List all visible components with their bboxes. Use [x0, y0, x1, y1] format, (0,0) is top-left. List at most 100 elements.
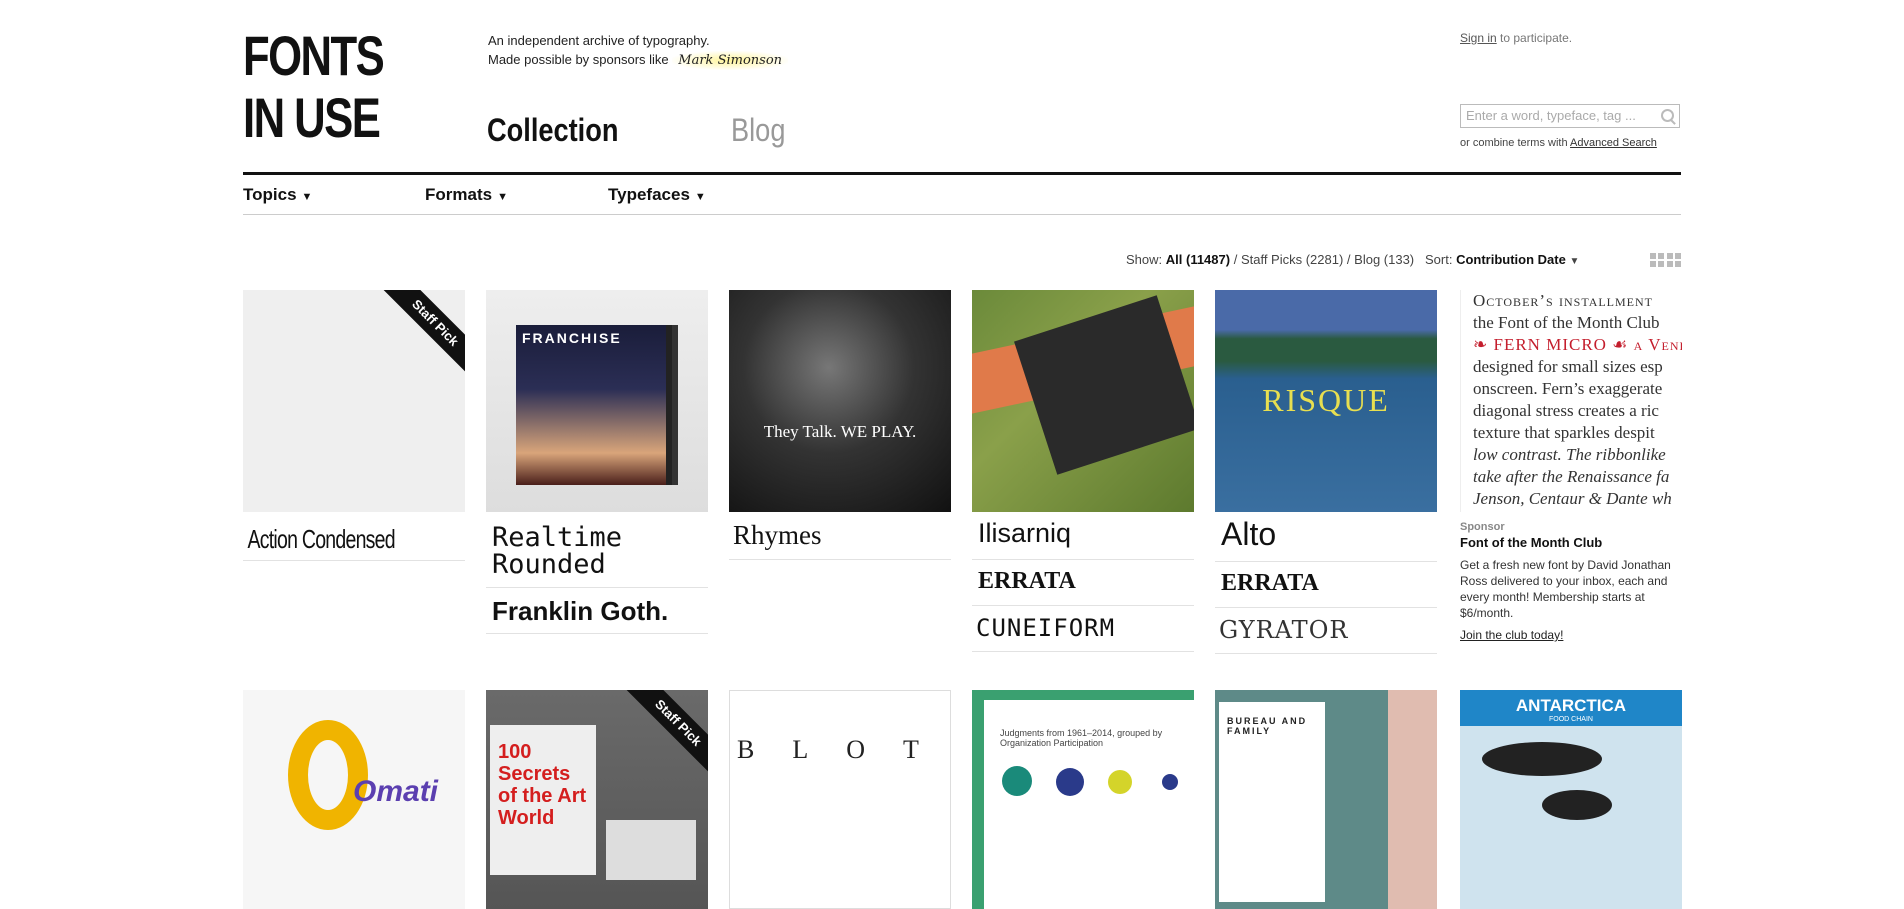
grid-view-icon[interactable]	[1650, 253, 1664, 267]
font-tag[interactable]: ERRATA	[1215, 564, 1437, 608]
signin-text: Sign in to participate.	[1460, 31, 1572, 45]
filter-all[interactable]: All (11487)	[1166, 252, 1230, 267]
chart-dot	[1162, 774, 1178, 790]
tile-image[interactable]: Judgments from 1961–2014, grouped by Org…	[972, 690, 1194, 909]
tagline-line1: An independent archive of typography.	[488, 33, 710, 48]
font-name: Ilisarniq	[978, 518, 1072, 548]
search-icon[interactable]	[1661, 109, 1674, 122]
sort-select[interactable]: Contribution Date	[1456, 252, 1566, 267]
subnav-formats-label: Formats	[425, 185, 493, 204]
filter-blog[interactable]: Blog (133)	[1354, 252, 1414, 267]
tile-image[interactable]: Omati	[243, 690, 465, 909]
subnav-typefaces[interactable]: Typefaces ▼	[608, 185, 706, 205]
tab-blog[interactable]: Blog	[731, 112, 785, 149]
site-logo[interactable]: FONTS IN USE	[243, 28, 385, 149]
tagline-line2: Made possible by sponsors like	[488, 52, 669, 67]
sort-label: Sort:	[1424, 252, 1453, 267]
ad-image[interactable]: October’s installment the Font of the Mo…	[1460, 290, 1682, 512]
ad-line: designed for small sizes esp	[1473, 357, 1663, 376]
image-text: Omati	[353, 775, 439, 808]
subnav-topics-label: Topics	[243, 185, 297, 204]
ad-sponsor-block: Sponsor Font of the Month Club Get a fre…	[1460, 519, 1690, 643]
ad-line: ❧ FERN MICRO ☙ a Venetian	[1473, 335, 1682, 354]
sponsor-label: Sponsor	[1460, 521, 1505, 533]
ad-line: low contrast. The ribbonlike	[1473, 445, 1666, 464]
font-name: Franklin Goth.	[492, 596, 669, 626]
tile-image[interactable]: FRANCHISE	[486, 290, 708, 512]
logo-line2: IN USE	[243, 86, 381, 149]
tile-image[interactable]: ANTARCTICA FOOD CHAIN	[1460, 690, 1682, 909]
whale-graphic	[1482, 742, 1602, 776]
font-tag[interactable]: Action Condensed	[243, 516, 465, 561]
chart-dot	[1002, 766, 1032, 796]
tile-image[interactable]: 100 Secrets of the Art World Staff Pick	[486, 690, 708, 909]
ad-body: Get a fresh new font by David Jonathan R…	[1460, 558, 1671, 620]
font-name: ERRATA	[1221, 570, 1319, 596]
font-name: Alto	[1221, 516, 1277, 552]
font-name: GYRATOR	[1219, 616, 1349, 644]
tile-image[interactable]: Staff Pick	[243, 290, 465, 512]
staff-pick-ribbon: Staff Pick	[626, 690, 708, 775]
ad-line: texture that sparkles despit	[1473, 423, 1655, 442]
combine-text: or combine terms with	[1460, 137, 1571, 149]
image-text: Judgments from 1961–2014, grouped by Org…	[984, 700, 1194, 909]
chevron-down-icon[interactable]: ▼	[1569, 256, 1579, 267]
search-placeholder: Enter a word, typeface, tag ...	[1466, 108, 1636, 123]
ad-line: October’s installment	[1473, 291, 1654, 310]
font-name: Rhymes	[733, 520, 822, 550]
list-view-icon[interactable]	[1667, 253, 1681, 267]
font-name: CUNEIFORM	[976, 614, 1116, 642]
font-tag[interactable]: Ilisarniq	[972, 516, 1194, 560]
chevron-down-icon: ▼	[497, 191, 508, 203]
tile-image[interactable]: RISQUE	[1215, 290, 1437, 512]
font-tag[interactable]: Franklin Goth.	[486, 590, 708, 634]
signin-rest: to participate.	[1496, 31, 1573, 45]
subnav-typefaces-label: Typefaces	[608, 185, 690, 204]
subnav-formats[interactable]: Formats ▼	[425, 185, 508, 205]
signin-link[interactable]: Sign in	[1460, 31, 1497, 45]
subnav-rule	[243, 214, 1681, 215]
advanced-search-link[interactable]: Advanced Search	[1570, 137, 1657, 149]
filter-bar: Show: All (11487) / Staff Picks (2281) /…	[1126, 252, 1580, 267]
tile-image[interactable]: BLOTTE	[729, 690, 951, 909]
logo-line1: FONTS	[243, 24, 385, 87]
book-stack-graphic	[516, 325, 666, 485]
font-tag[interactable]: Realtime Rounded	[486, 516, 708, 588]
orca-graphic	[1542, 790, 1612, 820]
font-tag[interactable]: ERRATA	[972, 562, 1194, 606]
search-input[interactable]: Enter a word, typeface, tag ...	[1460, 104, 1680, 128]
image-text: RISQUE	[1262, 382, 1390, 418]
font-tag[interactable]: CUNEIFORM	[972, 608, 1194, 652]
font-tag[interactable]: Alto	[1215, 516, 1437, 562]
subnav-topics[interactable]: Topics ▼	[243, 185, 312, 205]
sponsor-logo[interactable]: Mark Simonson	[672, 51, 789, 70]
chart-dot	[1108, 770, 1132, 794]
view-toggle	[1650, 253, 1684, 272]
image-subtext: FOOD CHAIN	[1549, 716, 1593, 723]
ad-title[interactable]: Font of the Month Club	[1460, 535, 1690, 551]
chart-dot	[1056, 768, 1084, 796]
font-name: Action Condensed	[247, 524, 396, 554]
show-label: Show:	[1126, 252, 1163, 267]
ad-line: the Font of the Month Club	[1473, 313, 1660, 332]
tile-image[interactable]	[972, 290, 1194, 512]
font-tag[interactable]: Rhymes	[729, 516, 951, 560]
font-name: ERRATA	[978, 568, 1076, 594]
font-tag[interactable]: GYRATOR	[1215, 610, 1437, 654]
staff-pick-ribbon: Staff Pick	[383, 290, 465, 375]
image-text: They Talk. WE PLAY.	[763, 422, 917, 441]
filter-staff-picks[interactable]: Staff Picks (2281)	[1241, 252, 1343, 267]
ad-line: diagonal stress creates a ric	[1473, 401, 1659, 420]
tile-image[interactable]: BUREAU AND FAMILY	[1215, 690, 1437, 909]
tile-image[interactable]: They Talk. WE PLAY.	[729, 290, 951, 512]
chevron-down-icon: ▼	[301, 191, 313, 203]
font-name: Realtime Rounded	[492, 522, 623, 580]
ad-link[interactable]: Join the club today!	[1460, 627, 1563, 643]
tab-collection[interactable]: Collection	[487, 112, 618, 149]
image-text: BUREAU AND FAMILY	[1219, 702, 1325, 902]
image-text: 100 Secrets of the Art World	[490, 725, 596, 875]
book-stack-graphic	[606, 820, 696, 880]
image-text: FRANCHISE	[522, 330, 622, 346]
tagline: An independent archive of typography. Ma…	[488, 31, 789, 70]
ad-line: take after the Renaissance fa	[1473, 467, 1670, 486]
